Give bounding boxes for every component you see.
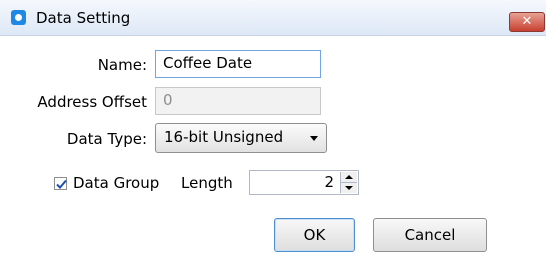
title-bar[interactable]: Data Setting ✕ [0,0,546,36]
name-input[interactable]: Coffee Date [155,50,321,78]
spin-buttons [340,172,357,193]
data-type-select[interactable]: 16-bit Unsigned [155,123,327,153]
length-spinbox[interactable]: 2 [249,170,359,195]
data-type-label: Data Type: [66,130,147,148]
data-type-value: 16-bit Unsigned [164,128,284,146]
checkmark-icon [56,179,67,189]
address-offset-label: Address Offset [37,93,147,111]
data-group-checkbox[interactable] [54,177,67,190]
data-group-label: Data Group [73,174,160,192]
chevron-down-icon [310,136,318,141]
address-offset-input: 0 [155,87,321,115]
spin-up-icon[interactable] [341,172,357,183]
name-label: Name: [97,56,147,74]
data-setting-dialog: Data Setting ✕ Name: Coffee Date Address… [0,0,546,258]
ok-button[interactable]: OK [274,218,355,252]
cancel-button[interactable]: Cancel [373,218,487,252]
close-button[interactable]: ✕ [509,12,545,32]
app-icon [11,10,26,25]
window-title: Data Setting [36,9,131,27]
spin-down-icon[interactable] [341,183,357,193]
length-label: Length [181,174,233,192]
length-value: 2 [324,173,334,191]
